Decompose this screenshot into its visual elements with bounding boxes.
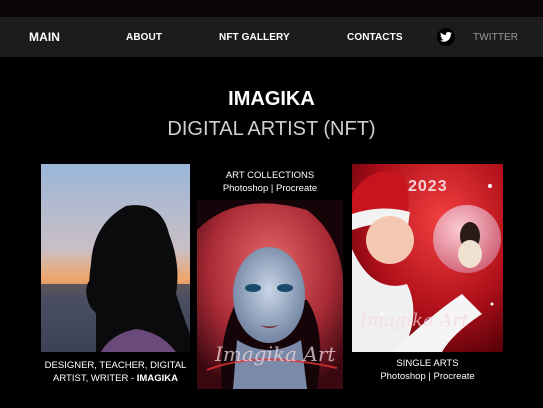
nav-about-link[interactable]: ABOUT: [126, 17, 162, 57]
top-strip: [0, 0, 543, 17]
single-arts-image[interactable]: 2023 Imagika Art: [352, 164, 503, 352]
single-arts-tools: Photoshop | Procreate: [380, 371, 475, 382]
single-arts-signature: Imagika Art: [360, 310, 469, 331]
hero-title: IMAGIKA: [228, 88, 315, 110]
collections-tools: Photoshop | Procreate: [222, 183, 318, 194]
collections-signature: Imagika Art: [215, 342, 336, 366]
hero-subtitle: DIGITAL ARTIST (NFT): [167, 118, 376, 140]
portrait-image[interactable]: [41, 164, 190, 352]
single-arts-year: 2023: [408, 178, 448, 195]
top-navigation: MAIN ABOUT NFT GALLERY CONTACTS TWITTER: [0, 17, 543, 57]
collections-heading: ART COLLECTIONS: [225, 170, 315, 181]
single-arts-caption: SINGLE ARTS Photoshop | Procreate: [352, 357, 503, 383]
nav-nft-gallery-link[interactable]: NFT GALLERY: [219, 17, 290, 57]
nav-contacts-link[interactable]: CONTACTS: [347, 17, 403, 57]
collections-image[interactable]: Imagika Art: [197, 200, 343, 389]
twitter-bird-icon[interactable]: [437, 28, 455, 46]
nav-main-link[interactable]: MAIN: [29, 17, 60, 57]
nav-twitter-link[interactable]: TWITTER: [473, 17, 518, 57]
collections-caption: ART COLLECTIONS Photoshop | Procreate: [197, 169, 343, 195]
single-arts-heading: SINGLE ARTS: [396, 358, 459, 369]
portrait-caption: DESIGNER, TEACHER, DIGITAL ARTIST, WRITE…: [41, 359, 190, 385]
portrait-caption-name: IMAGIKA: [136, 373, 178, 384]
